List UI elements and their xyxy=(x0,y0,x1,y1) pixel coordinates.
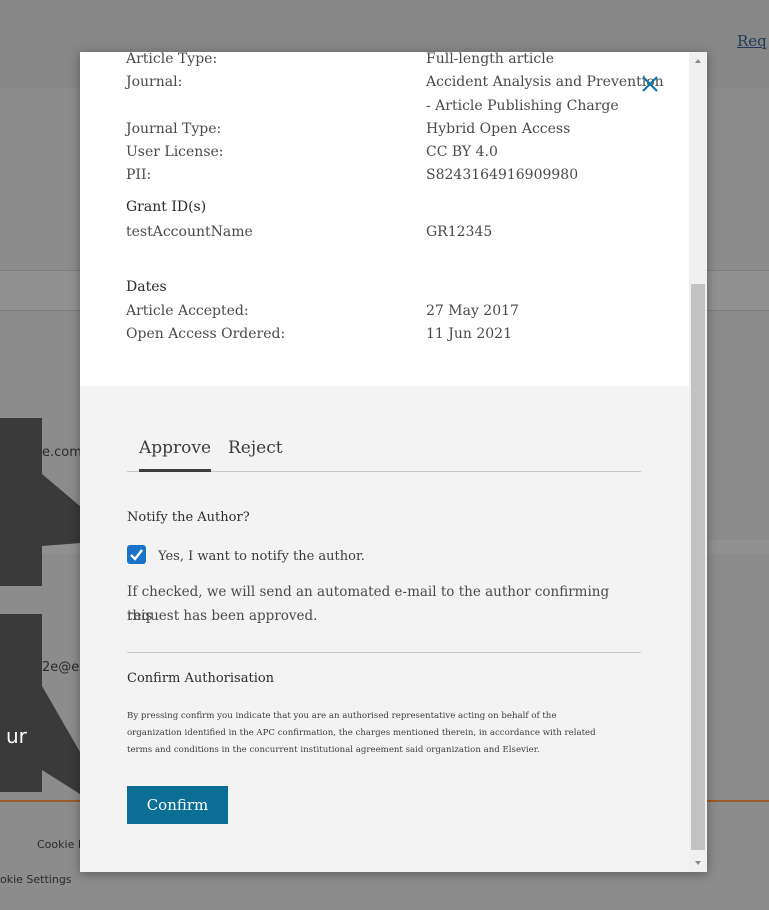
article-type-value: Full-length article xyxy=(426,52,554,67)
journal-value-continued: - Article Publishing Charge xyxy=(426,98,619,114)
confirm-button[interactable]: Confirm xyxy=(127,786,228,824)
notify-author-checkbox[interactable] xyxy=(127,545,146,564)
notify-help-text-continued: request has been approved. xyxy=(127,608,318,624)
user-license-value: CC BY 4.0 xyxy=(426,144,498,160)
tutorial-callout xyxy=(0,614,42,792)
journal-label: Journal: xyxy=(126,74,183,90)
open-access-ordered-value: 11 Jun 2021 xyxy=(426,326,512,342)
notify-author-checkbox-label[interactable]: Yes, I want to notify the author. xyxy=(158,549,365,564)
close-icon[interactable] xyxy=(640,74,660,94)
scroll-down-arrow-icon[interactable] xyxy=(689,856,707,870)
tab-approve[interactable]: Approve xyxy=(139,438,212,472)
background-header-link[interactable]: Req xyxy=(737,32,767,50)
request-details-panel: Article Type: Full-length article Journa… xyxy=(80,52,689,386)
user-license-label: User License: xyxy=(126,144,224,160)
checkmark-icon xyxy=(130,549,143,561)
legal-text-line: organization identified in the APC confi… xyxy=(127,728,596,738)
scrollbar-thumb[interactable] xyxy=(691,284,705,850)
journal-type-value: Hybrid Open Access xyxy=(426,121,571,137)
article-accepted-value: 27 May 2017 xyxy=(426,303,519,319)
journal-value: Accident Analysis and Prevention xyxy=(426,74,664,90)
open-access-ordered-label: Open Access Ordered: xyxy=(126,326,286,342)
grant-id-value: GR12345 xyxy=(426,224,493,240)
tutorial-callout xyxy=(0,418,42,586)
tutorial-callout-text: ur xyxy=(6,724,27,748)
dates-heading: Dates xyxy=(126,279,167,295)
legal-text-line: terms and conditions in the concurrent i… xyxy=(127,745,540,755)
confirm-authorisation-title: Confirm Authorisation xyxy=(127,671,275,686)
pii-label: PII: xyxy=(126,167,152,183)
tab-reject[interactable]: Reject xyxy=(228,438,283,464)
article-accepted-label: Article Accepted: xyxy=(126,303,249,319)
grant-ids-heading: Grant ID(s) xyxy=(126,199,207,215)
section-divider xyxy=(127,652,641,653)
legal-text-line: By pressing confirm you indicate that yo… xyxy=(127,711,557,721)
notify-author-title: Notify the Author? xyxy=(127,510,250,525)
background-cookie-settings-link[interactable]: okie Settings xyxy=(0,873,72,886)
grant-account-name: testAccountName xyxy=(126,224,253,240)
journal-type-label: Journal Type: xyxy=(126,121,222,137)
authorisation-legal-text: By pressing confirm you indicate that yo… xyxy=(127,708,647,759)
scroll-up-arrow-icon[interactable] xyxy=(689,54,707,68)
article-type-label: Article Type: xyxy=(126,52,218,67)
approve-reject-tabs: Approve Reject xyxy=(127,438,641,472)
pii-value: S8243164916909980 xyxy=(426,167,579,183)
approve-request-modal: Article Type: Full-length article Journa… xyxy=(80,52,707,872)
background-cookie-notice-link[interactable]: Cookie N xyxy=(37,838,86,851)
background-email-text: e.com xyxy=(42,445,82,460)
